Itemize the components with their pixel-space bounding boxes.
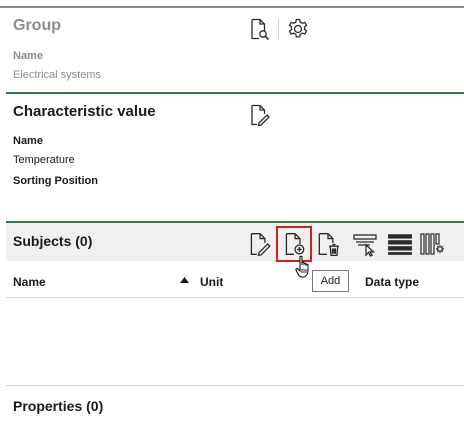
- properties-section-border: [6, 385, 464, 386]
- view-document-icon[interactable]: [246, 16, 272, 42]
- group-title: Group: [13, 17, 61, 34]
- edit-document-icon[interactable]: [246, 102, 272, 128]
- cv-section-border: [6, 92, 464, 94]
- gear-icon[interactable]: [285, 16, 311, 42]
- cv-title: Characteristic value: [13, 103, 156, 120]
- group-name-value: Electrical systems: [13, 69, 102, 81]
- cv-name-label: Name: [13, 135, 43, 147]
- edit-document-icon[interactable]: [244, 229, 274, 259]
- sort-ascending-icon: [180, 270, 189, 283]
- subjects-title: Subjects (0): [13, 233, 93, 249]
- group-top-border: [0, 6, 464, 8]
- hand-cursor-icon: [295, 255, 313, 279]
- group-name-label: Name: [13, 50, 43, 62]
- delete-document-icon[interactable]: [313, 229, 343, 259]
- column-settings-icon[interactable]: [418, 229, 448, 259]
- cv-sorting-label: Sorting Position: [13, 175, 98, 187]
- list-view-icon[interactable]: [385, 229, 415, 259]
- properties-title: Properties (0): [13, 398, 104, 414]
- column-header-data-type[interactable]: Data type: [365, 275, 419, 289]
- column-header-unit[interactable]: Unit: [200, 275, 223, 289]
- column-header-name[interactable]: Name: [13, 275, 46, 289]
- add-tooltip: Add: [312, 270, 349, 292]
- filter-select-icon[interactable]: [351, 229, 381, 259]
- cv-name-value: Temperature: [13, 154, 75, 166]
- toolbar-separator: [278, 18, 279, 40]
